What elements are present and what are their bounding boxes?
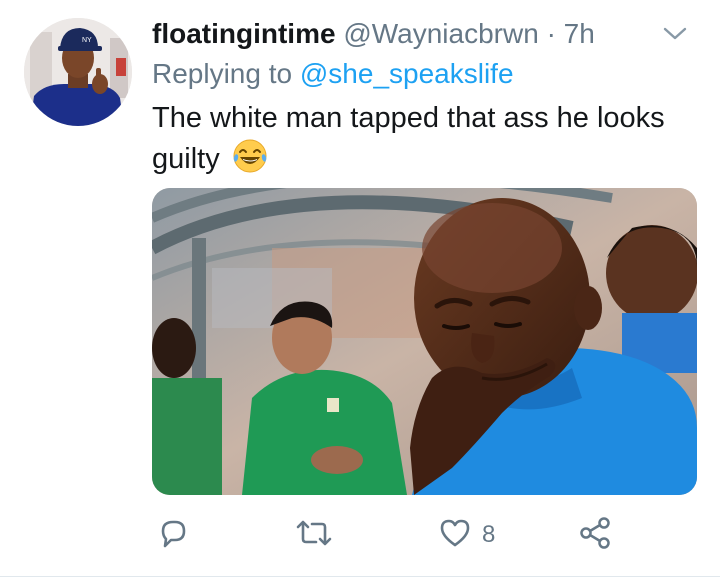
tweet-card[interactable]: NY floatingintime @Wayniacbrwn · 7h Repl… bbox=[0, 0, 720, 580]
reply-prefix: Replying to bbox=[152, 58, 293, 89]
cap-logo: NY bbox=[82, 37, 92, 44]
like-button[interactable]: 8 bbox=[438, 510, 495, 560]
heart-icon bbox=[438, 516, 472, 555]
share-icon bbox=[578, 516, 612, 555]
display-name[interactable]: floatingintime bbox=[152, 18, 336, 49]
face-with-tears-of-joy-icon bbox=[232, 138, 268, 185]
tweet-text: The white man tapped that ass he looks g… bbox=[152, 98, 697, 185]
like-count: 8 bbox=[482, 521, 496, 548]
separator-dot: · bbox=[546, 18, 556, 49]
reply-button[interactable] bbox=[155, 510, 191, 560]
reply-context: Replying to @she_speakslife bbox=[152, 54, 514, 94]
user-handle[interactable]: @Wayniacbrwn bbox=[343, 18, 538, 49]
reply-icon bbox=[155, 515, 191, 556]
tweet-media-photo[interactable] bbox=[152, 188, 697, 495]
action-bar: 8 bbox=[0, 510, 720, 560]
tweet-text-content: The white man tapped that ass he looks g… bbox=[152, 102, 665, 175]
avatar[interactable]: NY bbox=[24, 18, 132, 126]
retweet-icon bbox=[294, 515, 334, 556]
divider bbox=[0, 576, 720, 577]
share-button[interactable] bbox=[578, 510, 612, 560]
timestamp[interactable]: 7h bbox=[564, 18, 595, 49]
tweet-header: floatingintime @Wayniacbrwn · 7h bbox=[152, 14, 692, 54]
chevron-down-icon[interactable] bbox=[660, 22, 690, 46]
reply-handle-link[interactable]: @she_speakslife bbox=[300, 58, 514, 89]
retweet-button[interactable] bbox=[294, 510, 334, 560]
